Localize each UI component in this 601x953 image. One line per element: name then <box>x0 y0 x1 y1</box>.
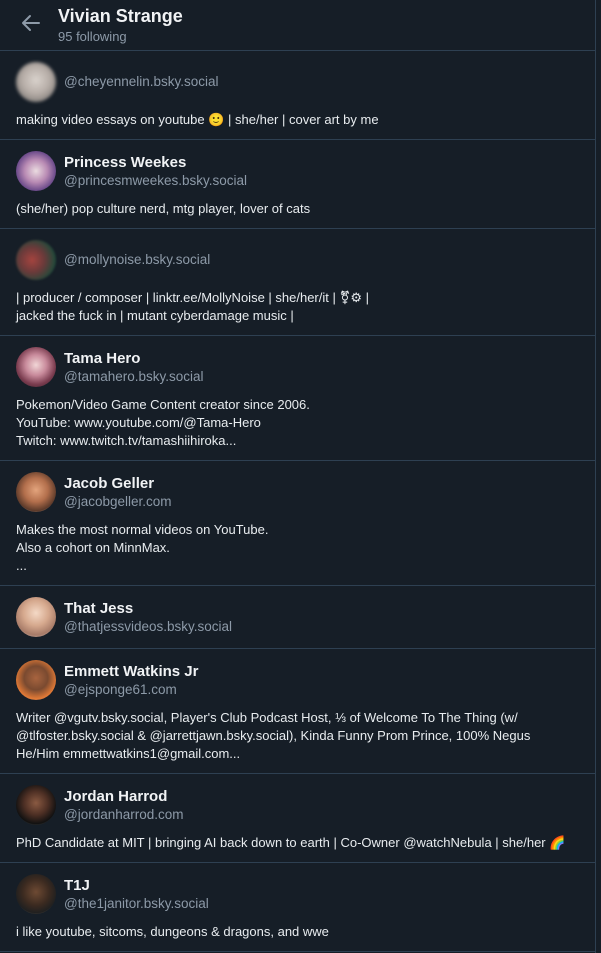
bio: Makes the most normal videos on YouTube.… <box>16 522 269 573</box>
arrow-left-icon <box>21 14 41 37</box>
display-name: That Jess <box>64 599 134 617</box>
display-name: Jacob Geller <box>64 474 155 492</box>
bio: | producer / composer | linktr.ee/MollyN… <box>16 290 370 323</box>
display-name: T1J <box>64 876 90 894</box>
list-item[interactable]: Jacob Geller @jacobgeller.com Makes the … <box>0 461 595 586</box>
avatar[interactable] <box>16 660 56 700</box>
display-name: Emmett Watkins Jr <box>64 662 199 680</box>
display-name: Princess Weekes <box>64 153 187 171</box>
page-header: Vivian Strange 95 following <box>0 0 595 51</box>
avatar[interactable] <box>16 347 56 387</box>
list-item[interactable]: Princess Weekes @princesmweekes.bsky.soc… <box>0 140 595 229</box>
list-item[interactable]: @mollynoise.bsky.social | producer / com… <box>0 229 595 336</box>
display-name: Tama Hero <box>64 349 141 367</box>
list-item[interactable]: Tama Hero @tamahero.bsky.social Pokemon/… <box>0 336 595 461</box>
avatar[interactable] <box>16 62 56 102</box>
avatar[interactable] <box>16 472 56 512</box>
avatar[interactable] <box>16 240 56 280</box>
list-item[interactable]: @cheyennelin.bsky.social making video es… <box>0 51 595 140</box>
back-button[interactable] <box>18 12 44 38</box>
scrollbar[interactable] <box>595 0 601 953</box>
handle: @princesmweekes.bsky.social <box>64 172 248 188</box>
bio: Writer @vgutv.bsky.social, Player's Club… <box>16 710 531 761</box>
display-name: Jordan Harrod <box>64 787 168 805</box>
list-item[interactable]: Emmett Watkins Jr @ejsponge61.com Writer… <box>0 649 595 774</box>
bio: (she/her) pop culture nerd, mtg player, … <box>16 201 311 216</box>
handle: @tamahero.bsky.social <box>64 368 204 384</box>
handle: @jordanharrod.com <box>64 806 184 822</box>
handle: @the1janitor.bsky.social <box>64 895 209 911</box>
bio: i like youtube, sitcoms, dungeons & drag… <box>16 924 329 939</box>
avatar[interactable] <box>16 785 56 825</box>
handle: @cheyennelin.bsky.social <box>64 74 219 89</box>
handle: @mollynoise.bsky.social <box>64 252 211 267</box>
bio: Pokemon/Video Game Content creator since… <box>16 397 310 448</box>
following-list: @cheyennelin.bsky.social making video es… <box>0 51 595 952</box>
avatar[interactable] <box>16 597 56 637</box>
list-item[interactable]: Jordan Harrod @jordanharrod.com PhD Cand… <box>0 774 595 863</box>
bio: PhD Candidate at MIT | bringing AI back … <box>16 835 566 850</box>
page-title: Vivian Strange <box>58 6 183 26</box>
handle: @ejsponge61.com <box>64 681 177 697</box>
avatar[interactable] <box>16 874 56 914</box>
handle: @thatjessvideos.bsky.social <box>64 618 233 634</box>
list-item[interactable]: T1J @the1janitor.bsky.social i like yout… <box>0 863 595 952</box>
list-item[interactable]: That Jess @thatjessvideos.bsky.social <box>0 586 595 649</box>
avatar[interactable] <box>16 151 56 191</box>
handle: @jacobgeller.com <box>64 493 172 509</box>
bio: making video essays on youtube 🙂 | she/h… <box>16 112 379 127</box>
following-count: 95 following <box>58 29 127 44</box>
